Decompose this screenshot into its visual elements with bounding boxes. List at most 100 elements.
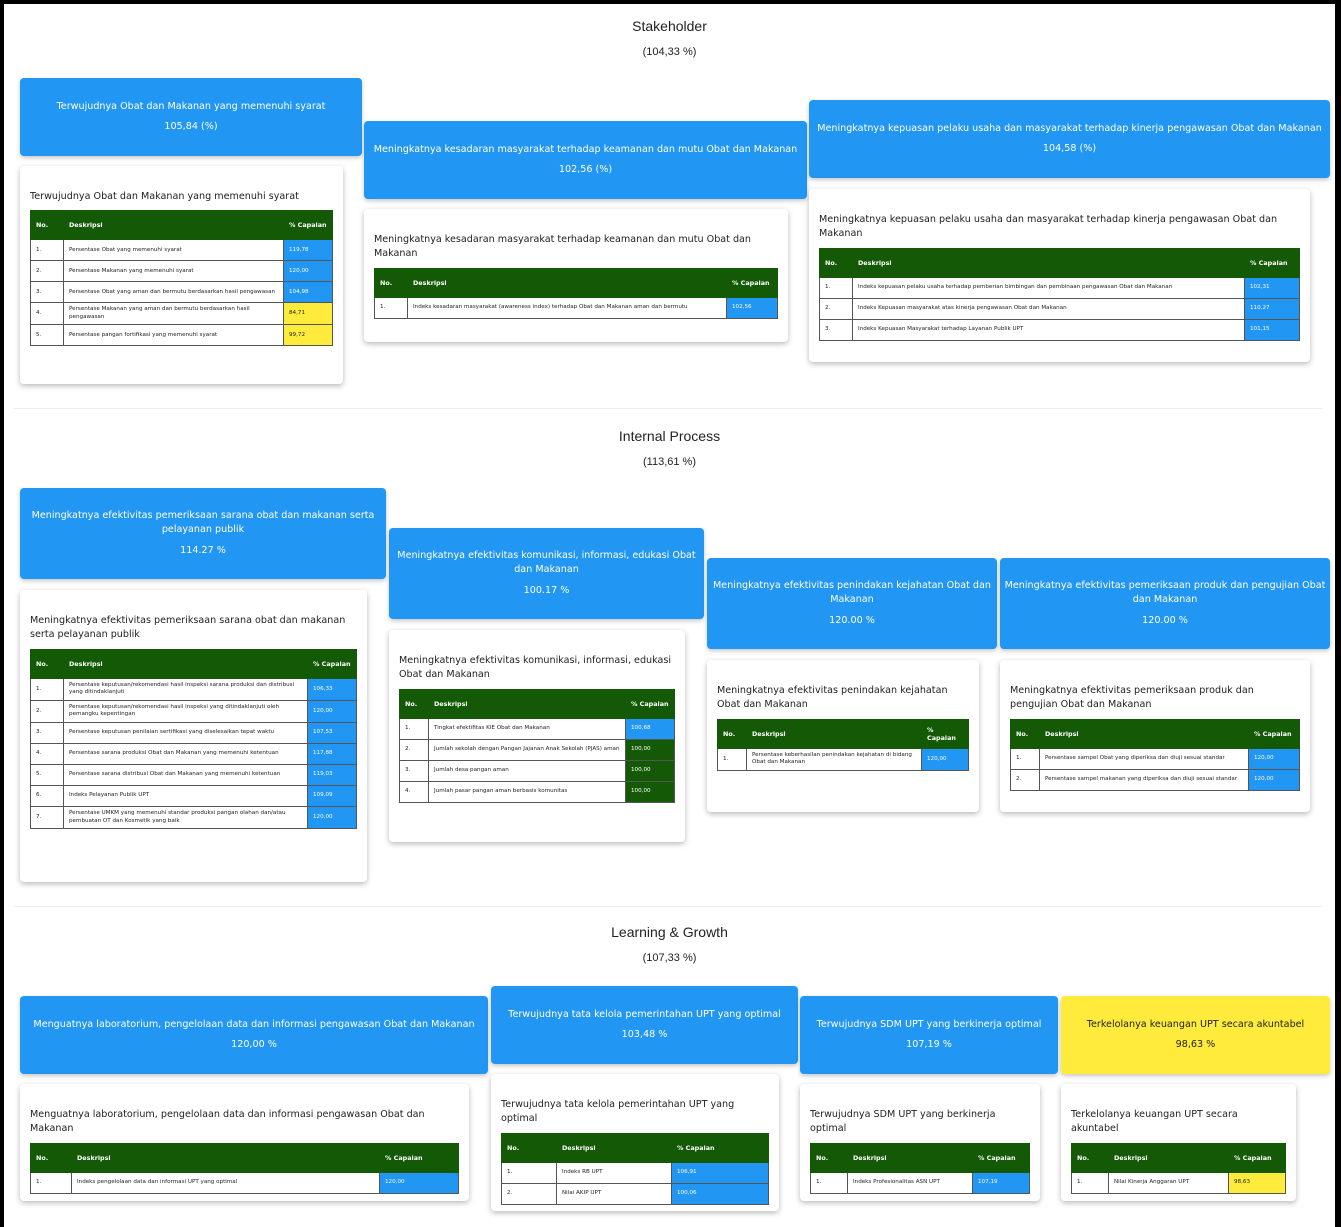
row-no: 4. bbox=[30, 302, 64, 326]
row-no: 5. bbox=[30, 763, 64, 786]
row-value: 100,68 bbox=[625, 717, 675, 740]
indicator-table: No. Deskripsi % Capaian 1. Indeks kesada… bbox=[374, 267, 778, 319]
col-pct: % Capaian bbox=[283, 210, 333, 241]
row-no: 7. bbox=[30, 805, 64, 830]
objective-header[interactable]: Meningkatnya efektivitas pemeriksaan pro… bbox=[1000, 558, 1330, 649]
card-title: Menguatnya laboratorium, pengelolaan dat… bbox=[30, 1109, 425, 1135]
row-no: 1. bbox=[1071, 1171, 1109, 1194]
row-value: 120,00 bbox=[307, 805, 357, 830]
row-desc: Persentase Obat yang memenuhi syarat bbox=[63, 239, 284, 262]
table-row: 2. Jumlah sekolah dengan Pangan Jajanan … bbox=[399, 738, 675, 761]
card-title: Meningkatnya kesadaran masyarakat terhad… bbox=[374, 234, 752, 260]
objective-pct: 107,19 % bbox=[906, 1039, 952, 1050]
row-value: 120,00 bbox=[283, 260, 333, 283]
objective-header[interactable]: Meningkatnya efektivitas penindakan keja… bbox=[707, 558, 997, 649]
row-no: 2. bbox=[30, 699, 64, 723]
indicator-table: No. Deskripsi % Capaian 1. Persentase sa… bbox=[1010, 718, 1300, 791]
indicator-table: No. Deskripsi % Capaian 1. Nilai Kinerja… bbox=[1071, 1142, 1286, 1194]
row-value: 100,00 bbox=[625, 780, 675, 803]
table-row: 5. Persentase pangan fortifikasi yang me… bbox=[30, 324, 333, 347]
table-row: 1. Persentase sampel Obat yang diperiksa… bbox=[1010, 747, 1300, 770]
row-no: 1. bbox=[30, 239, 64, 262]
row-value: 109,09 bbox=[307, 784, 357, 807]
row-value: 120,00 bbox=[307, 699, 357, 723]
row-desc: Persentase keputusan/rekomendasi hasil i… bbox=[63, 699, 308, 723]
col-no: No. bbox=[30, 648, 64, 679]
row-no: 1. bbox=[717, 747, 747, 771]
indicator-table: No. Deskripsi % Capaian 1. Tingkat efekt… bbox=[399, 688, 675, 803]
row-value: 117,88 bbox=[307, 742, 357, 765]
table-row: 1. Indeks pengelolaan data dan informasi… bbox=[30, 1171, 459, 1194]
row-desc: Indeks kesadaran masyarakat (awareness i… bbox=[407, 296, 727, 319]
objective-header[interactable]: Meningkatnya efektivitas komunikasi, inf… bbox=[389, 528, 704, 619]
row-no: 1. bbox=[819, 276, 853, 299]
row-desc: Nilai AKIP UPT bbox=[556, 1182, 672, 1205]
table-row: 6. Indeks Pelayanan Publik UPT 109,09 bbox=[30, 784, 357, 807]
objective-header[interactable]: Meningkatnya efektivitas pemeriksaan sar… bbox=[20, 488, 386, 579]
indicator-card: Terkelolanya keuangan UPT secara akuntab… bbox=[1061, 1084, 1296, 1201]
indicator-card: Menguatnya laboratorium, pengelolaan dat… bbox=[20, 1084, 469, 1201]
objective-header[interactable]: Terwujudnya Obat dan Makanan yang memenu… bbox=[20, 78, 362, 156]
row-desc: Nilai Kinerja Anggaran UPT bbox=[1108, 1171, 1229, 1194]
col-no: No. bbox=[374, 267, 408, 298]
card-title: Meningkatnya efektivitas penindakan keja… bbox=[717, 685, 948, 711]
col-pct: % Capaian bbox=[726, 267, 778, 298]
col-no: No. bbox=[1071, 1142, 1109, 1173]
table-row: 2. Persentase sampel makanan yang diperi… bbox=[1010, 768, 1300, 791]
objective-pct: 100.17 % bbox=[523, 584, 570, 596]
row-value: 120,00 bbox=[1248, 768, 1300, 791]
row-value: 104,98 bbox=[283, 281, 333, 304]
objective-title: Menguatnya laboratorium, pengelolaan dat… bbox=[33, 1018, 475, 1030]
row-no: 1. bbox=[30, 677, 64, 701]
col-no: No. bbox=[717, 718, 747, 749]
row-no: 1. bbox=[810, 1171, 848, 1194]
row-no: 2. bbox=[1010, 768, 1040, 791]
indicator-card: Terwujudnya tata kelola pemerintahan UPT… bbox=[491, 1074, 779, 1211]
objective-header[interactable]: Meningkatnya kesadaran masyarakat terhad… bbox=[364, 121, 807, 199]
table-row: 1. Persentase keberhasilan penindakan ke… bbox=[717, 747, 969, 771]
objective-header[interactable]: Terwujudnya SDM UPT yang berkinerja opti… bbox=[800, 996, 1058, 1074]
col-pct: % Capaian bbox=[972, 1142, 1030, 1173]
section-title-stakeholder: Stakeholder bbox=[632, 18, 707, 34]
card-title: Meningkatnya efektivitas komunikasi, inf… bbox=[399, 655, 672, 681]
objective-title: Meningkatnya kesadaran masyarakat terhad… bbox=[373, 143, 798, 155]
card-title: Terwujudnya SDM UPT yang berkinerja opti… bbox=[810, 1109, 996, 1135]
section-title-learning-growth: Learning & Growth bbox=[611, 924, 728, 940]
objective-header[interactable]: Terkelolanya keuangan UPT secara akuntab… bbox=[1061, 996, 1330, 1074]
table-row: 4. Jumlah pasar pangan aman berbasis kom… bbox=[399, 780, 675, 803]
objective-header[interactable]: Menguatnya laboratorium, pengelolaan dat… bbox=[20, 996, 488, 1074]
row-no: 2. bbox=[501, 1182, 557, 1205]
card-title: Meningkatnya efektivitas pemeriksaan sar… bbox=[30, 615, 346, 641]
row-desc: Persentase Obat yang aman dan bermutu be… bbox=[63, 281, 284, 304]
table-row: 1. Nilai Kinerja Anggaran UPT 98,63 bbox=[1071, 1171, 1286, 1194]
col-desc: Deskripsi bbox=[852, 247, 1245, 278]
row-no: 1. bbox=[30, 1171, 72, 1194]
objective-header[interactable]: Meningkatnya kepuasan pelaku usaha dan m… bbox=[809, 100, 1330, 178]
col-no: No. bbox=[399, 688, 429, 719]
objective-title: Terkelolanya keuangan UPT secara akuntab… bbox=[1086, 1018, 1305, 1030]
row-value: 101,15 bbox=[1244, 318, 1300, 341]
row-no: 6. bbox=[30, 784, 64, 807]
row-value: 100,00 bbox=[625, 738, 675, 761]
objective-header[interactable]: Terwujudnya tata kelola pemerintahan UPT… bbox=[491, 986, 798, 1064]
objective-pct: 98,63 % bbox=[1175, 1039, 1216, 1050]
table-row: 3. Persentase keputusan penilaian sertif… bbox=[30, 721, 357, 744]
col-desc: Deskripsi bbox=[407, 267, 727, 298]
row-desc: Indeks Kepuasan Masyarakat terhadap Laya… bbox=[852, 318, 1245, 341]
row-desc: Persentase sarana produksi Obat dan Maka… bbox=[63, 742, 308, 765]
row-desc: Indeks Profesionalitas ASN UPT bbox=[847, 1171, 973, 1194]
objective-pct: 120.00 % bbox=[829, 614, 875, 626]
row-value: 120,00 bbox=[921, 747, 969, 771]
table-row: 1. Persentase Obat yang memenuhi syarat … bbox=[30, 239, 333, 262]
table-row: 1. Persentase keputusan/rekomendasi hasi… bbox=[30, 677, 357, 701]
row-value: 110,27 bbox=[1244, 297, 1300, 320]
col-desc: Deskripsi bbox=[847, 1142, 973, 1173]
row-desc: Persentase pangan fortifikasi yang memen… bbox=[63, 324, 284, 347]
row-no: 4. bbox=[399, 780, 429, 803]
row-desc: Persentase sarana distribusi Obat dan Ma… bbox=[63, 763, 308, 786]
col-no: No. bbox=[30, 1142, 72, 1173]
row-value: 98,63 bbox=[1228, 1171, 1286, 1194]
table-row: 2. Nilai AKIP UPT 100,06 bbox=[501, 1182, 769, 1205]
row-no: 3. bbox=[819, 318, 853, 341]
objective-title: Terwujudnya SDM UPT yang berkinerja opti… bbox=[816, 1018, 1042, 1030]
